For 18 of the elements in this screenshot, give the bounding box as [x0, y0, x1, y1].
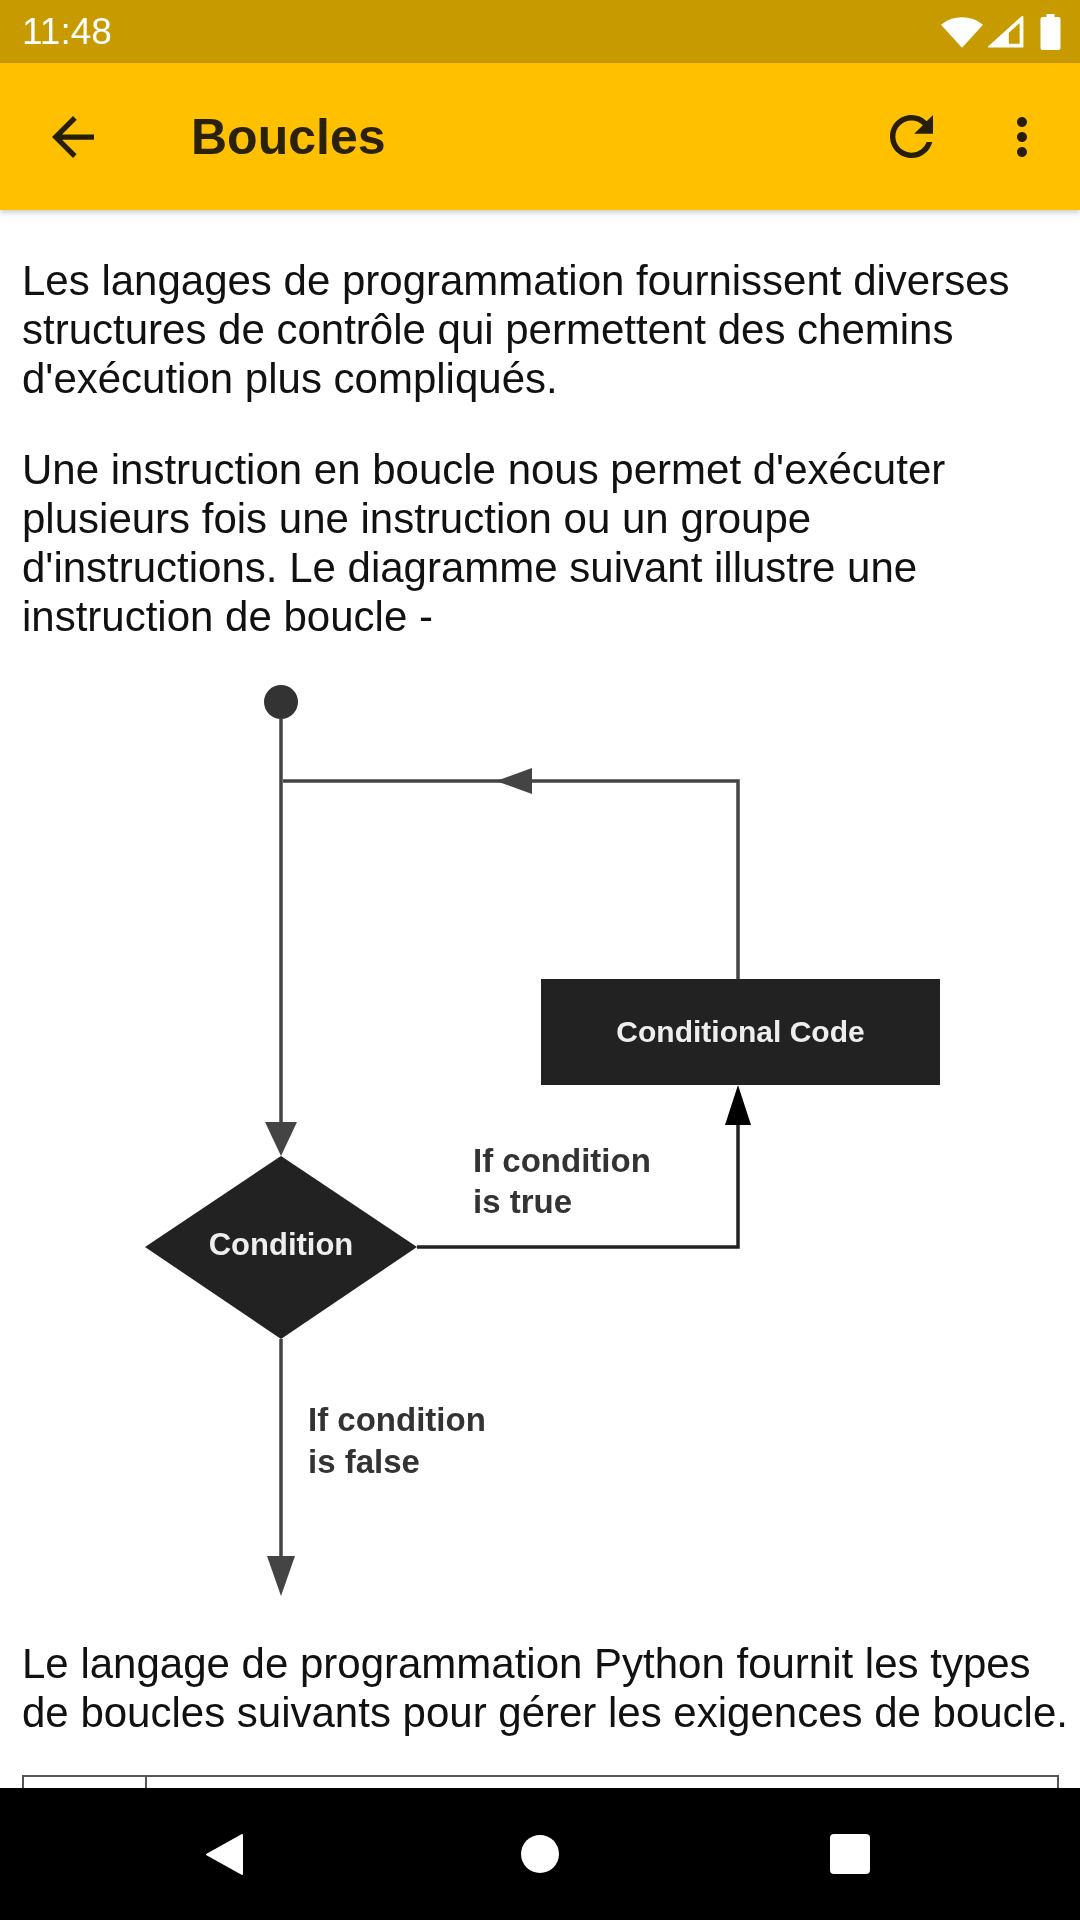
status-time: 11:48 [22, 13, 112, 50]
refresh-icon[interactable] [890, 115, 933, 158]
node-label: Conditional Code [616, 1014, 865, 1050]
edge-label: If condition is true [473, 1141, 651, 1222]
back-arrow-icon[interactable] [52, 115, 94, 158]
wifi-icon [941, 15, 983, 48]
cellular-signal-icon [988, 15, 1024, 48]
body-paragraph: Une instruction en boucle nous permet d'exécuter plusieurs fois une instruction ou un groupe d'instructions. Le diagramme suivant illustre une instruction de boucle - [22, 445, 947, 641]
node-label: Condition [208, 1226, 354, 1264]
page-title: Boucles [191, 111, 386, 162]
edge-label: If condition is false [308, 1400, 486, 1482]
nav-back-icon[interactable] [206, 1833, 244, 1875]
body-paragraph: Le langage de programmation Python fournit les types de boucles suivants pour gérer les exigences de boucle. [22, 1639, 1069, 1737]
body-paragraph: Les langages de programmation fournissent diverses structures de contrôle qui permettent des chemins d'exécution plus compliqués. [22, 256, 1011, 403]
more-options-icon[interactable] [1017, 116, 1027, 157]
start-node [264, 685, 298, 719]
battery-icon [1040, 13, 1061, 50]
nav-home-icon[interactable] [521, 1835, 559, 1873]
